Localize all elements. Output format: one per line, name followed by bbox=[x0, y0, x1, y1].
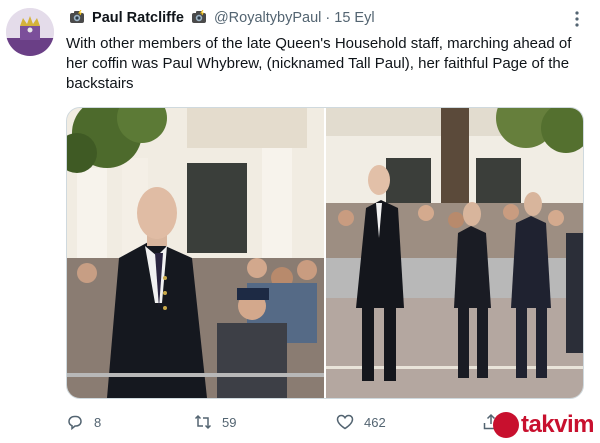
tweet-text: With other members of the late Queen's H… bbox=[66, 35, 572, 92]
retweet-count: 59 bbox=[222, 414, 237, 430]
avatar[interactable] bbox=[6, 8, 54, 56]
takvim-logo-icon bbox=[492, 412, 519, 438]
separator-dot: · bbox=[325, 10, 331, 26]
tweet-media[interactable] bbox=[66, 107, 584, 399]
reply-button[interactable]: 8 bbox=[66, 410, 101, 434]
retweet-button[interactable]: 59 bbox=[194, 410, 236, 434]
like-button[interactable]: 462 bbox=[336, 410, 386, 434]
photo-right[interactable] bbox=[326, 108, 583, 398]
like-count: 462 bbox=[364, 414, 386, 430]
tweet-header: Paul Ratcliffe @RoyaltybyPaul · 15 Eyl bbox=[66, 9, 375, 26]
reply-count: 8 bbox=[94, 414, 102, 430]
author-name[interactable]: Paul Ratcliffe bbox=[92, 10, 184, 26]
tweet-card[interactable]: Paul Ratcliffe @RoyaltybyPaul · 15 Eyl W… bbox=[0, 0, 600, 443]
watermark-text: takvim bbox=[520, 411, 595, 438]
photo-left[interactable] bbox=[67, 108, 324, 398]
takvim-watermark: takvim bbox=[492, 411, 595, 439]
camera-with-flash-icon bbox=[69, 9, 85, 24]
more-dots-icon[interactable] bbox=[568, 10, 586, 28]
heart-icon bbox=[336, 414, 354, 430]
reply-icon bbox=[68, 415, 82, 431]
camera-with-flash-icon bbox=[191, 9, 207, 24]
author-handle[interactable]: @RoyaltybyPaul bbox=[214, 10, 321, 26]
retweet-icon bbox=[194, 414, 212, 430]
tweet-date[interactable]: 15 Eyl bbox=[334, 10, 374, 26]
